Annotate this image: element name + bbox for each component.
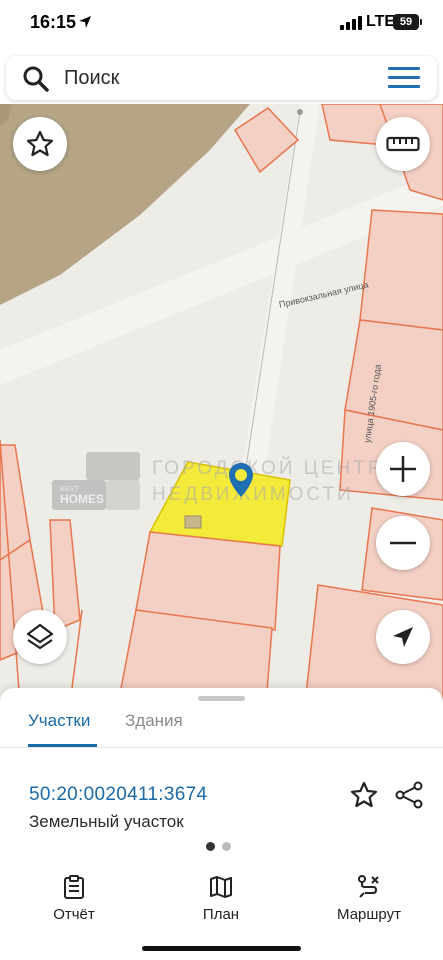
status-time: 16:15 [30,12,77,32]
menu-icon[interactable] [388,67,420,89]
nav-plan-label: План [202,906,240,923]
battery-indicator: 59 [393,14,419,30]
parcel-type: Земельный участок [29,812,184,831]
map-icon [210,876,232,898]
map-view[interactable]: Привокзальная улица улица 1905-го года [0,104,443,704]
parcel-card[interactable]: 50:20:0020411:3674 Земельный участок [0,748,443,865]
search-icon[interactable] [22,65,50,93]
ruler-button[interactable] [376,117,430,171]
navigation-icon [393,627,413,647]
nav-route[interactable]: Маршрут [324,874,414,923]
star-icon [26,130,54,157]
pager-dot-active [206,842,215,851]
clipboard-icon [64,875,84,899]
layers-button[interactable] [13,610,67,664]
search-input[interactable] [64,62,364,94]
nav-report[interactable]: Отчёт [29,874,119,923]
watermark-homes: HOMES [60,492,105,506]
watermark-text: ГОРОДСКОЙ ЦЕНТР НЕДВИЖИМОСТИ [152,458,384,505]
home-indicator[interactable] [142,946,301,951]
route-icon [358,875,379,898]
cadastral-number[interactable]: 50:20:0020411:3674 [29,784,207,806]
zoom-in-button[interactable] [376,442,430,496]
pager-dot [222,842,231,851]
cell-signal-icon [340,16,362,30]
favorite-star-icon[interactable] [349,780,379,810]
battery-tip [420,19,422,25]
favorites-button[interactable] [13,117,67,171]
nav-plan[interactable]: План [176,874,266,923]
zoom-in-icon [390,456,416,482]
zoom-out-icon [390,541,416,545]
share-icon[interactable] [394,781,424,809]
network-type: LTE [366,13,396,30]
tab-buildings[interactable]: Здания [125,708,183,748]
ruler-icon [386,136,420,152]
pager-dots [206,838,238,856]
sheet-tabs: Участки Здания [0,708,443,748]
nav-route-label: Маршрут [337,906,401,923]
location-pin-icon[interactable] [228,462,254,498]
location-arrow-icon [79,16,91,28]
tab-active-underline [28,744,97,747]
bottom-nav: Отчёт План Маршрут [0,864,443,960]
tab-parcels[interactable]: Участки [28,708,98,748]
search-bar [6,56,437,100]
status-bar: 16:15 LTE 59 [0,0,443,50]
layers-icon [26,623,54,650]
my-location-button[interactable] [376,610,430,664]
sheet-grabber[interactable] [198,696,245,701]
zoom-out-button[interactable] [376,516,430,570]
nav-report-label: Отчёт [53,906,95,923]
